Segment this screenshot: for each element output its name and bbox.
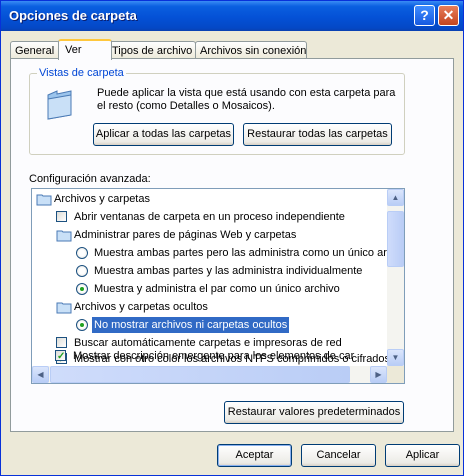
vertical-scrollbar[interactable]: ▲ ▼ <box>387 189 404 366</box>
list-item[interactable]: ✓ Mostrar descripción emergente para los… <box>33 348 355 364</box>
checkbox[interactable] <box>56 211 67 222</box>
list-item-label: Administrar pares de páginas Web y carpe… <box>74 229 297 241</box>
scrollbar-corner <box>387 366 404 383</box>
close-icon: ✕ <box>442 7 455 23</box>
scroll-up-icon[interactable]: ▲ <box>387 189 404 206</box>
radio-button[interactable] <box>76 265 88 277</box>
folder-icon <box>36 194 52 206</box>
radio-button-checked[interactable] <box>76 319 88 331</box>
views-description: Puede aplicar la vista que está usando c… <box>97 87 396 112</box>
title-bar[interactable]: Opciones de carpeta ? ✕ <box>1 1 463 31</box>
tab-tipos-de-archivo[interactable]: Tipos de archivo <box>107 41 196 59</box>
list-item-label: Archivos y carpetas ocultos <box>74 301 208 313</box>
checkbox-checked[interactable]: ✓ <box>55 350 66 362</box>
tab-archivos-sin-conexion[interactable]: Archivos sin conexión <box>195 41 307 59</box>
folder-icon <box>56 230 72 242</box>
horizontal-scrollbar[interactable]: ◀ ▶ <box>32 366 387 383</box>
radio-button[interactable] <box>76 247 88 259</box>
apply-button[interactable]: Aplicar <box>385 444 460 467</box>
reset-all-folders-button[interactable]: Restaurar todas las carpetas <box>243 123 392 146</box>
cancel-button[interactable]: Cancelar <box>301 444 376 467</box>
list-item-label: Archivos y carpetas <box>54 193 150 205</box>
horizontal-scroll-thumb[interactable] <box>50 366 350 383</box>
apply-all-folders-button[interactable]: Aplicar a todas las carpetas <box>93 123 234 146</box>
list-item-label: Muestra ambas partes y las administra in… <box>94 265 363 277</box>
list-item-label: Muestra y administra el par como un únic… <box>94 283 340 295</box>
scroll-right-icon[interactable]: ▶ <box>370 366 387 383</box>
tab-ver[interactable]: Ver <box>58 39 112 60</box>
advanced-settings-label: Configuración avanzada: <box>29 173 151 185</box>
list-item-label: Muestra ambas partes pero las administra… <box>94 247 405 259</box>
close-button[interactable]: ✕ <box>438 5 459 26</box>
restore-defaults-button[interactable]: Restaurar valores predeterminados <box>224 401 404 424</box>
vertical-scroll-thumb[interactable] <box>387 211 404 267</box>
tab-general[interactable]: General <box>10 41 60 59</box>
list-item-label: No mostrar archivos ni carpetas ocultos <box>92 317 290 333</box>
folder-views-icon <box>47 90 72 120</box>
help-button[interactable]: ? <box>414 5 435 26</box>
views-group-label: Vistas de carpeta <box>37 67 126 79</box>
list-item-label: Mostrar descripción emergente para los e… <box>73 350 355 362</box>
radio-button-checked[interactable] <box>76 283 88 295</box>
scroll-down-icon[interactable]: ▼ <box>387 349 404 366</box>
help-icon: ? <box>420 7 429 23</box>
list-item-label: Abrir ventanas de carpeta en un proceso … <box>74 211 345 223</box>
ok-button[interactable]: Aceptar <box>217 444 292 467</box>
folder-icon <box>56 302 72 314</box>
window-title: Opciones de carpeta <box>9 8 137 23</box>
checkbox[interactable] <box>56 337 67 348</box>
folder-options-dialog: Opciones de carpeta ? ✕ General Ver Tipo… <box>0 0 464 476</box>
scroll-left-icon[interactable]: ◀ <box>32 366 49 383</box>
